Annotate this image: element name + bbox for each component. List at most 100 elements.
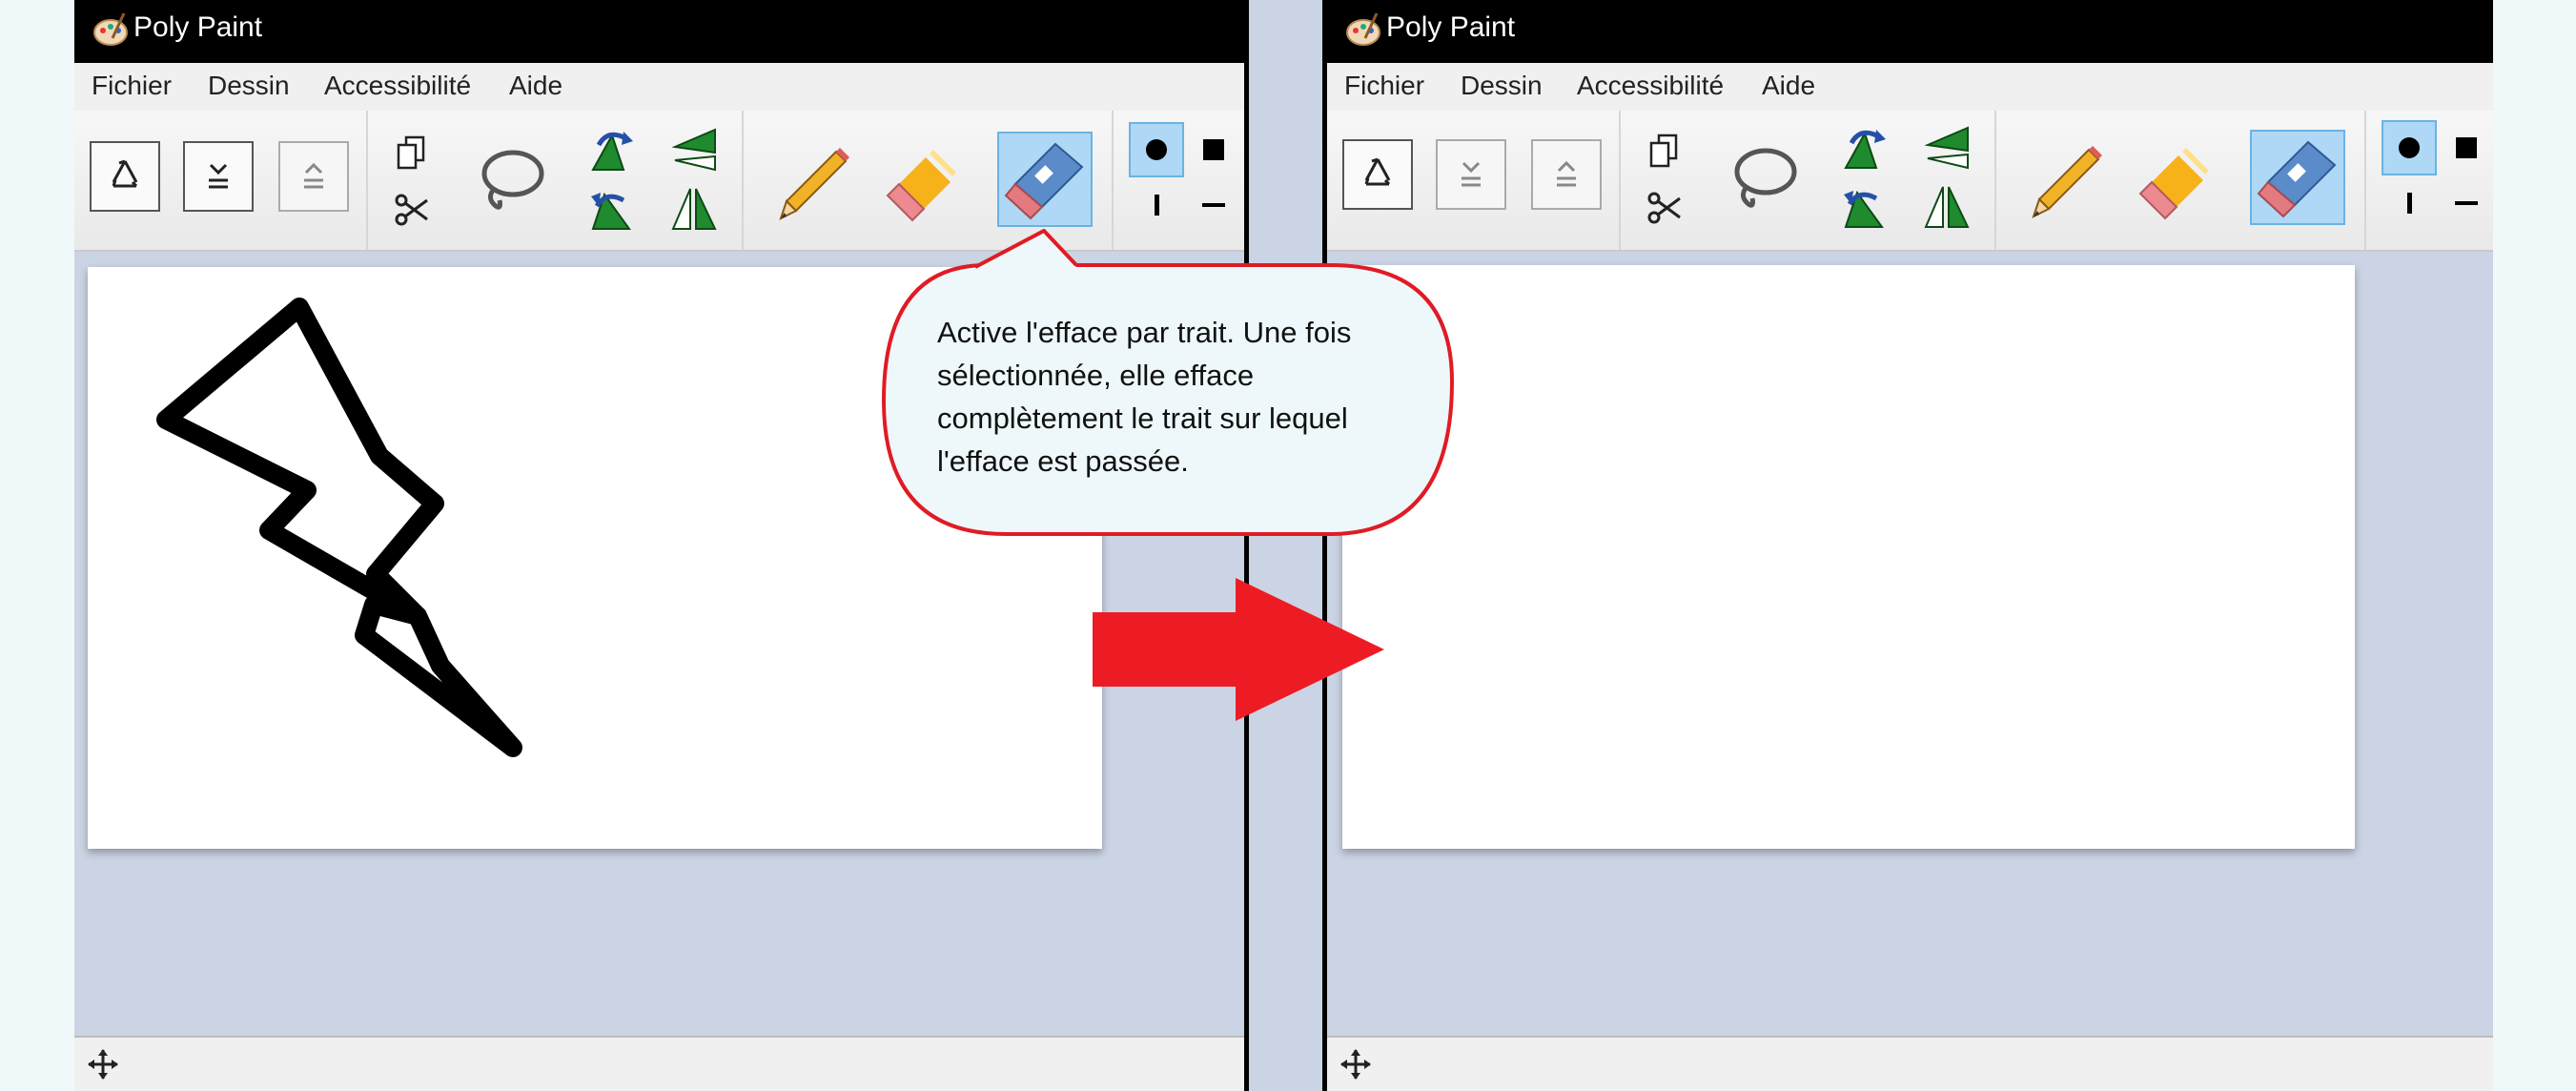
stack-up-icon: [1557, 160, 1576, 187]
tip-horizontal-button[interactable]: [1186, 177, 1241, 233]
menu-accessibilite[interactable]: Accessibilité: [1577, 71, 1724, 101]
lasso-icon: [1734, 148, 1797, 208]
copy-button[interactable]: [389, 130, 435, 175]
copy-icon: [397, 135, 425, 170]
scissors-icon: [395, 194, 428, 226]
recycle-icon: [112, 159, 138, 188]
poly-paint-window-before: Poly Paint Fichier Dessin Accessibilité …: [74, 0, 1244, 1091]
tip-circle-button[interactable]: [2382, 120, 2437, 175]
stack-down-icon: [1462, 161, 1481, 187]
rotate-right-button[interactable]: [1836, 179, 1893, 233]
menu-accessibilite[interactable]: Accessibilité: [324, 71, 471, 101]
stack-up-button[interactable]: [1531, 139, 1602, 210]
vertical-tip-icon: [1155, 195, 1159, 216]
menu-aide[interactable]: Aide: [509, 71, 562, 101]
horizontal-tip-icon: [1202, 203, 1225, 207]
cut-button[interactable]: [1642, 185, 1687, 231]
tip-horizontal-button[interactable]: [2439, 175, 2493, 231]
toolbar-separator: [1994, 111, 1996, 250]
window-title: Poly Paint: [1386, 11, 1516, 43]
tip-square-button[interactable]: [1186, 122, 1241, 177]
stroke-eraser-button[interactable]: [997, 132, 1093, 227]
rotate-icon: [1844, 190, 1884, 228]
poly-paint-window-after: Poly Paint Fichier Dessin Accessibilité …: [1327, 0, 2493, 1091]
toolbar-separator: [2364, 111, 2366, 250]
move-icon[interactable]: [86, 1047, 120, 1081]
circle-tip-icon: [2399, 137, 2420, 158]
lasso-button[interactable]: [1724, 137, 1804, 217]
rotate-left-button[interactable]: [583, 122, 641, 175]
title-bar: Poly Paint: [1327, 0, 2493, 63]
stack-down-button[interactable]: [1436, 139, 1506, 210]
menu-bar: Fichier Dessin Accessibilité Aide: [1327, 63, 2493, 112]
square-tip-icon: [2456, 137, 2477, 158]
menu-dessin[interactable]: Dessin: [208, 71, 290, 101]
palette-icon: [1346, 12, 1380, 46]
flip-icon: [671, 128, 716, 172]
stroke-eraser-icon: [2257, 140, 2337, 218]
lasso-button[interactable]: [471, 139, 551, 219]
menu-bar: Fichier Dessin Accessibilité Aide: [74, 63, 1244, 112]
vertical-tip-icon: [2407, 193, 2412, 214]
menu-fichier[interactable]: Fichier: [1344, 71, 1424, 101]
point-eraser-button[interactable]: [871, 139, 967, 235]
toolbar-separator: [1619, 111, 1621, 250]
title-bar: Poly Paint: [74, 0, 1244, 63]
rotate-right-button[interactable]: [583, 181, 641, 235]
flip-icon: [671, 188, 717, 230]
point-eraser-icon: [886, 150, 956, 222]
window-divider: [1244, 0, 1327, 1091]
rotate-icon: [591, 192, 631, 230]
circle-tip-icon: [1146, 139, 1167, 160]
menu-fichier[interactable]: Fichier: [92, 71, 172, 101]
point-eraser-button[interactable]: [2124, 137, 2219, 233]
scissors-icon: [1647, 192, 1681, 224]
recycle-button[interactable]: [90, 141, 160, 212]
flip-horizontal-button[interactable]: [1918, 120, 1975, 174]
recycle-icon: [1364, 157, 1391, 186]
square-tip-icon: [1203, 139, 1224, 160]
transition-arrow: [1093, 578, 1384, 721]
stack-up-button[interactable]: [278, 141, 349, 212]
toolbar-separator: [366, 111, 368, 250]
tooltip-text: Active l'efface par trait. Une fois séle…: [937, 316, 1352, 478]
window-title: Poly Paint: [133, 11, 263, 43]
pencil-icon: [779, 148, 849, 220]
stroke-eraser-button[interactable]: [2250, 130, 2345, 225]
lasso-icon: [481, 150, 544, 210]
stack-down-button[interactable]: [183, 141, 254, 212]
status-bar: [1327, 1036, 2493, 1091]
flip-vertical-button[interactable]: [1918, 179, 1975, 233]
palette-icon: [93, 12, 128, 46]
pencil-button[interactable]: [2017, 137, 2113, 233]
stroke-eraser-icon: [1004, 142, 1084, 220]
recycle-button[interactable]: [1342, 139, 1413, 210]
copy-icon: [1649, 134, 1678, 168]
tooltip-callout: Active l'efface par trait. Une fois séle…: [882, 229, 1454, 536]
pencil-icon: [2032, 146, 2102, 218]
toolbar-separator: [742, 111, 744, 250]
horizontal-tip-icon: [2455, 201, 2478, 205]
pencil-button[interactable]: [765, 139, 860, 235]
flip-horizontal-button[interactable]: [665, 122, 723, 175]
cut-button[interactable]: [389, 187, 435, 233]
rotate-icon: [591, 132, 633, 171]
stack-up-icon: [304, 162, 323, 189]
move-icon[interactable]: [1339, 1047, 1373, 1081]
stack-down-icon: [209, 163, 228, 189]
rotate-left-button[interactable]: [1836, 120, 1893, 174]
tip-vertical-button[interactable]: [2382, 175, 2437, 231]
menu-aide[interactable]: Aide: [1762, 71, 1815, 101]
menu-dessin[interactable]: Dessin: [1461, 71, 1543, 101]
flip-vertical-button[interactable]: [665, 181, 723, 235]
copy-button[interactable]: [1642, 128, 1687, 174]
tip-vertical-button[interactable]: [1129, 177, 1184, 233]
point-eraser-icon: [2138, 148, 2209, 220]
tip-square-button[interactable]: [2439, 120, 2493, 175]
drawing-canvas[interactable]: [1342, 265, 2355, 849]
status-bar: [74, 1036, 1244, 1091]
flip-icon: [1924, 126, 1969, 170]
toolbar: [1327, 111, 2493, 252]
flip-icon: [1924, 186, 1970, 228]
tip-circle-button[interactable]: [1129, 122, 1184, 177]
